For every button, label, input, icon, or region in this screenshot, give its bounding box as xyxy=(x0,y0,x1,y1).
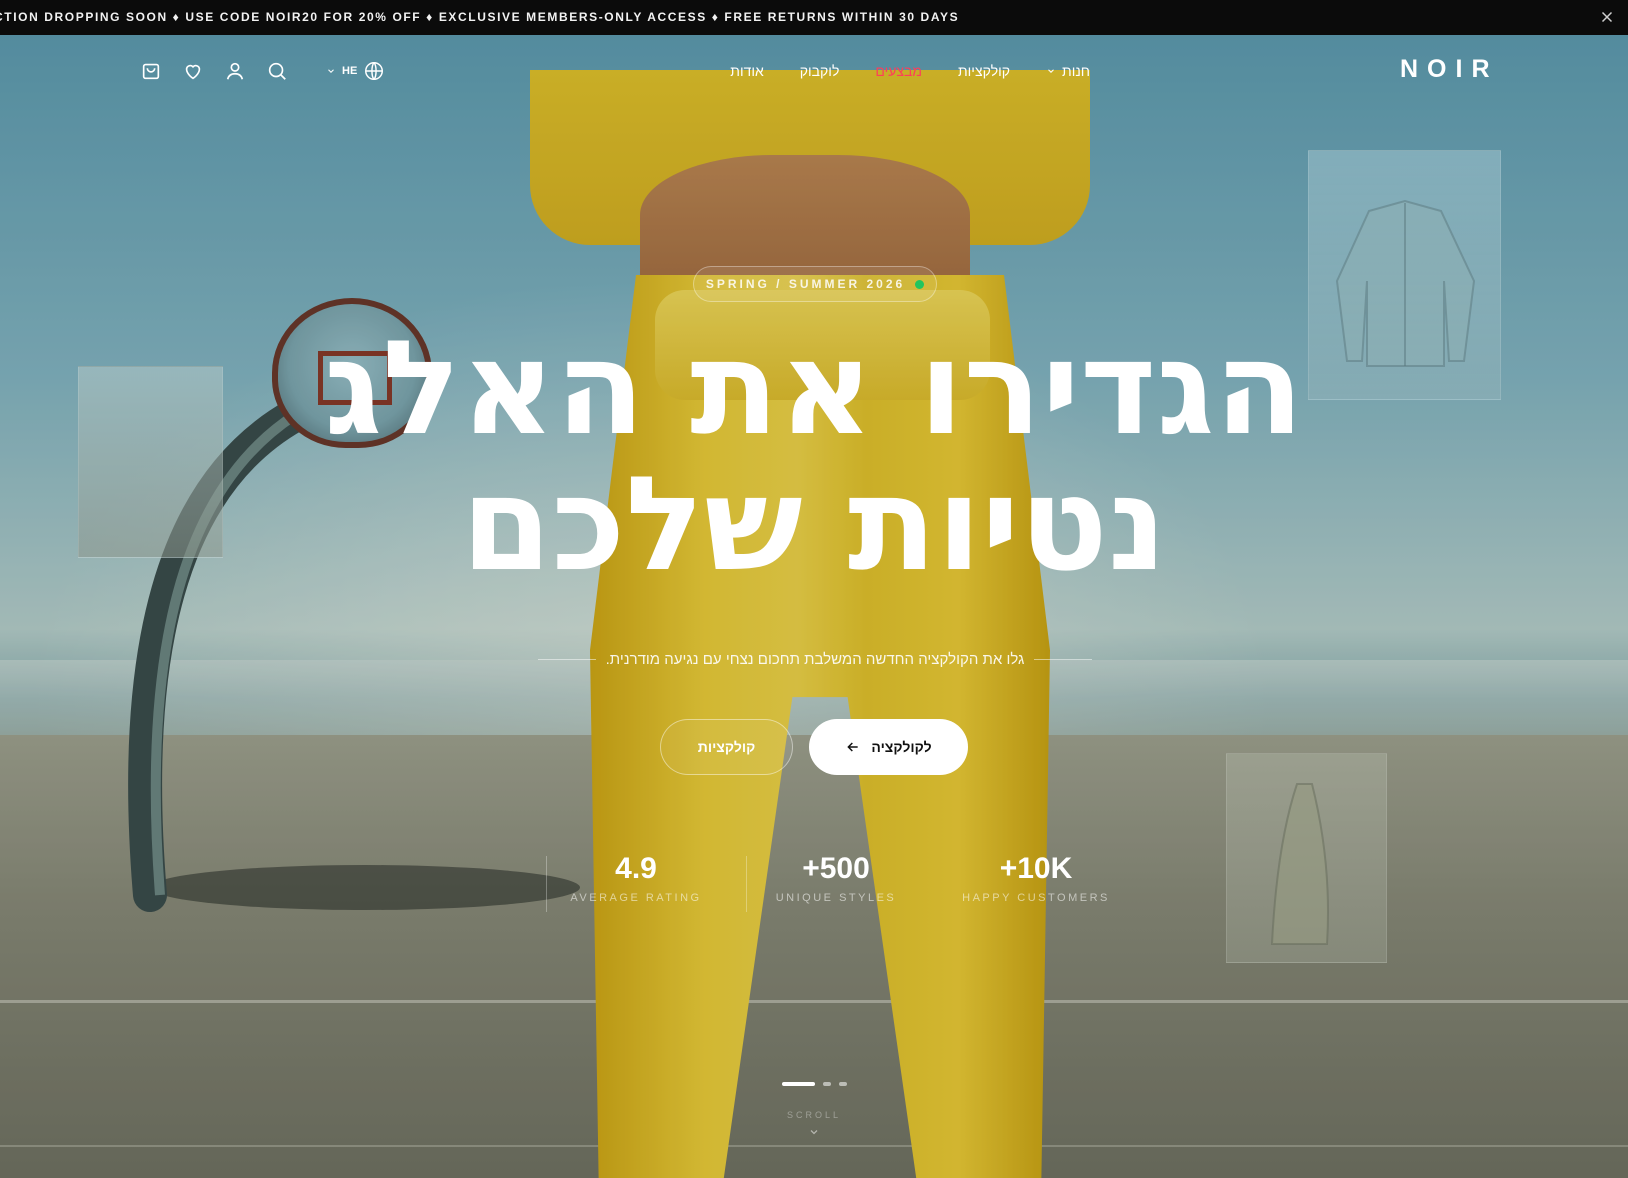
header-actions: HE xyxy=(140,58,385,84)
stat-value: +500 xyxy=(802,852,870,885)
language-switcher[interactable]: HE xyxy=(326,60,385,82)
stat-unique-styles: +500 UNIQUE STYLES xyxy=(746,852,926,904)
globe-icon xyxy=(365,62,384,80)
search-icon[interactable] xyxy=(266,60,288,82)
site-header: NOIR חנות קולקציות מבצעים לוקבוק אודות H… xyxy=(0,35,1628,107)
stat-divider xyxy=(746,856,747,912)
nav-item-label: מבצעים xyxy=(875,63,922,79)
button-label: לקולקציה xyxy=(871,739,932,755)
main-nav: חנות קולקציות מבצעים לוקבוק אודות xyxy=(690,61,1090,81)
hero-subtitle-row: גלו את הקולקציה החדשה המשלבת תחכום נצחי … xyxy=(538,648,1092,670)
stat-value: +10K xyxy=(999,852,1073,885)
announcement-text: CTION DROPPING SOON ♦ USE CODE NOIR20 FO… xyxy=(0,10,960,24)
cart-icon[interactable] xyxy=(140,60,162,82)
slide-indicators xyxy=(782,1081,847,1087)
scroll-indicator[interactable]: SCROLL xyxy=(774,1110,854,1143)
bag-icon xyxy=(1270,783,1329,945)
floating-product-card-bag[interactable] xyxy=(1226,753,1387,963)
status-dot xyxy=(915,279,925,289)
language-code: HE xyxy=(342,65,358,77)
stat-average-rating: 4.9 AVERAGE RATING xyxy=(546,852,726,904)
season-badge: SPRING / SUMMER 2026 xyxy=(693,266,937,302)
stat-label: UNIQUE STYLES xyxy=(775,892,897,904)
nav-item-label: קולקציות xyxy=(958,63,1011,79)
button-label: קולקציות xyxy=(697,739,756,755)
slide-dot-2[interactable] xyxy=(823,1082,831,1086)
stat-value: 4.9 xyxy=(615,852,657,885)
headline-line-2: נטיות שלכם xyxy=(461,448,1167,600)
chevron-down-icon xyxy=(810,1130,818,1135)
stat-label: HAPPY CUSTOMERS xyxy=(962,892,1110,904)
nav-item-collections[interactable]: קולקציות xyxy=(958,63,1010,79)
divider xyxy=(538,658,596,660)
nav-item-label: חנות xyxy=(1062,63,1090,79)
stat-happy-customers: +10K HAPPY CUSTOMERS xyxy=(946,852,1126,904)
headline-line-1: הגדירו את האלג xyxy=(324,312,1304,464)
collections-button[interactable]: קולקציות xyxy=(660,719,793,775)
scroll-label: SCROLL xyxy=(786,1110,841,1120)
nav-item-about[interactable]: אודות xyxy=(730,63,764,79)
hero-subtitle: גלו את הקולקציה החדשה המשלבת תחכום נצחי … xyxy=(605,650,1025,668)
hero-section xyxy=(0,35,1628,1178)
stat-label: AVERAGE RATING xyxy=(570,892,702,904)
hero-headline: הגדירו את האלג נטיות שלכם xyxy=(200,320,1428,592)
nav-item-label: לוקבוק xyxy=(799,63,840,79)
heart-icon[interactable] xyxy=(182,60,204,82)
nav-item-label: אודות xyxy=(730,63,764,79)
slide-dot-1[interactable] xyxy=(782,1082,815,1086)
announcement-bar: CTION DROPPING SOON ♦ USE CODE NOIR20 FO… xyxy=(0,0,1628,35)
badge-text: SPRING / SUMMER 2026 xyxy=(705,277,906,291)
nav-item-shop[interactable]: חנות xyxy=(1046,63,1090,79)
hero-stats: 4.9 AVERAGE RATING +500 UNIQUE STYLES +1… xyxy=(546,852,1107,912)
chevron-down-icon xyxy=(1048,69,1054,73)
close-icon[interactable] xyxy=(1598,8,1616,26)
arrow-left-icon xyxy=(847,742,859,752)
nav-item-sale[interactable]: מבצעים xyxy=(875,63,922,79)
divider xyxy=(1034,658,1092,660)
shop-collection-button[interactable]: לקולקציה xyxy=(809,719,968,775)
slide-dot-3[interactable] xyxy=(839,1082,847,1086)
nav-item-lookbook[interactable]: לוקבוק xyxy=(800,63,840,79)
user-icon[interactable] xyxy=(224,60,246,82)
chevron-down-icon xyxy=(328,69,334,73)
stat-divider xyxy=(546,856,547,912)
brand-logo[interactable]: NOIR xyxy=(1400,55,1499,84)
